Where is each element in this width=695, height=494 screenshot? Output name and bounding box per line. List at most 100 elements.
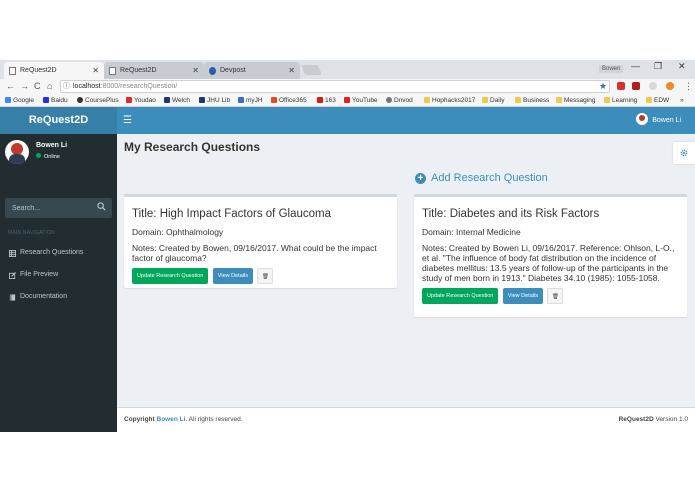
myjh-icon [238,97,244,103]
bookmark-item[interactable]: Baidu [43,94,68,107]
bookmarks-bar: Google Baidu CoursePlus Youdao Welch JHU… [0,94,695,107]
youdao-icon [126,97,132,103]
browser-tab[interactable]: ReQuest2D ✕ [104,62,204,79]
bookmark-folder[interactable]: Messaging [556,94,595,107]
page-title: My Research Questions [124,140,261,154]
delete-button[interactable]: 🗑 [547,288,564,304]
app-root: ReQuest2D ☰ Bowen Li Bowen Li Online MAI… [0,107,695,432]
bookmark-item[interactable]: Office365 [271,94,307,107]
info-icon: ⓘ [63,83,70,90]
bookmark-star-icon[interactable]: ★ [599,79,607,94]
table-icon [9,250,16,257]
tab-close-icon[interactable]: ✕ [288,62,295,79]
page-icon [109,67,116,75]
browser-toolbar: ← → C ⌂ ⓘ localhost:8000/researchQuestio… [0,79,695,94]
netease-icon [317,97,323,103]
view-details-button[interactable]: View Details [502,288,543,304]
sidebar-search [5,198,112,218]
back-icon[interactable]: ← [6,79,15,94]
bookmark-item[interactable]: 163 [317,94,336,107]
address-bar[interactable]: ⓘ localhost:8000/researchQuestion/ [60,80,610,93]
update-research-question-button[interactable]: Update Research Question [422,288,499,304]
version-info: ReQuest2D Version 1.0 [618,416,688,423]
bookmark-item[interactable]: myJH [238,94,263,107]
folder-icon [482,97,488,103]
bookmark-item[interactable]: YouTube [344,94,378,107]
reload-icon[interactable]: C [34,79,41,94]
bookmark-item[interactable]: Dnvod [386,94,413,107]
page-icon [9,67,16,75]
extension-icon[interactable] [632,82,640,90]
view-details-button[interactable]: View Details [212,268,253,284]
bookmarks-overflow-icon[interactable]: » [680,94,684,107]
gear-icon [680,149,688,157]
online-dot-icon [36,153,41,158]
bookmark-item[interactable]: Google [5,94,34,107]
card-actions: Update Research Question View Details 🗑 [132,268,389,284]
sidebar-item-file-preview[interactable]: File Preview [0,265,117,285]
card-domain: Domain: Ophthalmology [132,227,224,237]
main-content: My Research Questions + Add Research Ques… [117,134,695,407]
header-user-menu[interactable]: Bowen Li [636,107,681,134]
search-input[interactable] [5,198,95,218]
bookmark-folder[interactable]: Hophacks2017 [424,94,475,107]
home-icon[interactable]: ⌂ [47,79,52,94]
bookmark-item[interactable]: JHU Lib [199,94,230,107]
bookmark-folder[interactable]: Business [515,94,549,107]
courseplus-icon [77,97,83,103]
office-icon [271,97,277,103]
app-logo[interactable]: ReQuest2D [0,107,117,134]
bookmark-item[interactable]: Youdao [126,94,156,107]
bookmark-folder[interactable]: Learning [604,94,637,107]
settings-tab[interactable] [673,142,695,164]
copyright-link[interactable]: Bowen Li. [157,416,188,423]
bookmark-item[interactable]: Welch [164,94,190,107]
folder-icon [604,97,610,103]
browser-tab[interactable]: ReQuest2D ✕ [4,62,104,79]
google-icon [5,97,11,103]
url-path: :8000/researchQuestion/ [100,83,178,90]
jhu-icon [199,97,205,103]
extension-icon[interactable] [649,82,657,90]
minimize-icon[interactable]: — [631,61,640,71]
baidu-icon [43,97,49,103]
folder-icon [515,97,521,103]
maximize-icon[interactable]: ❐ [654,61,662,72]
forward-icon[interactable]: → [20,79,29,94]
folder-icon [424,97,430,103]
browser-profile-button[interactable]: Bowen [599,65,624,73]
add-label: Add Research Question [431,172,548,184]
sidebar-item-research-questions[interactable]: Research Questions [0,243,117,263]
browser-menu-icon[interactable]: ⋮ [684,79,693,94]
add-research-question-link[interactable]: + Add Research Question [415,171,548,185]
browser-tab[interactable]: Devpost ✕ [204,62,300,79]
top-blank-area [0,0,695,60]
avatar [636,113,649,125]
bookmark-folder[interactable]: Daily [482,94,504,107]
bookmark-item[interactable]: CoursePlus [77,94,119,107]
folder-icon [646,97,652,103]
tab-label: ReQuest2D [20,67,57,74]
dnvod-icon [386,97,392,103]
update-research-question-button[interactable]: Update Research Question [132,268,209,284]
header-user-name: Bowen Li [652,117,681,124]
tab-close-icon[interactable]: ✕ [92,62,99,79]
trash-icon: 🗑 [551,294,559,300]
adblock-extension-icon[interactable] [617,82,625,90]
tab-close-icon[interactable]: ✕ [192,62,199,79]
sidebar-item-label: Documentation [20,293,68,300]
welch-icon [164,97,170,103]
extension-icon[interactable] [666,82,674,90]
plus-circle-icon: + [415,173,426,184]
search-icon[interactable] [97,202,106,211]
research-question-card: Title: High Impact Factors of Glaucoma D… [124,194,397,288]
delete-button[interactable]: 🗑 [257,268,274,284]
close-window-icon[interactable]: ✕ [678,61,686,72]
bookmark-folder[interactable]: EDW [646,94,669,107]
status-badge: Online [36,153,60,160]
sidebar-user-name: Bowen Li [36,142,68,149]
new-tab-button[interactable] [301,65,322,75]
sidebar-item-documentation[interactable]: Documentation [0,287,117,307]
sidebar-toggle-icon[interactable]: ☰ [123,107,132,134]
card-title: Title: Diabetes and its Risk Factors [422,208,600,220]
